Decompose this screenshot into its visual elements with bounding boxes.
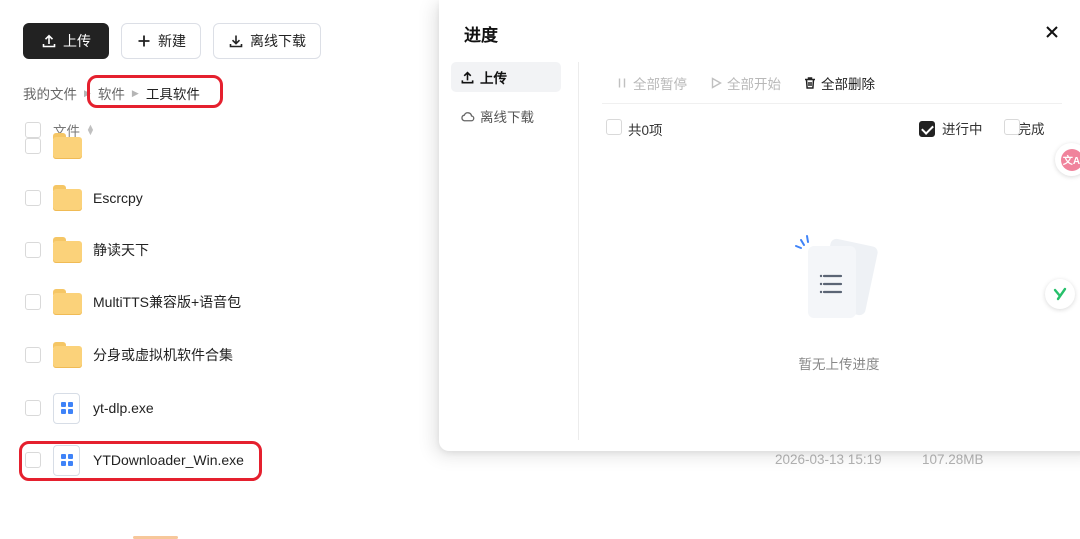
folder-icon xyxy=(53,342,82,368)
y-logo-icon xyxy=(1053,287,1067,301)
row-checkbox[interactable] xyxy=(25,190,41,206)
nav-item-upload[interactable]: 上传 xyxy=(451,62,561,92)
file-highlight-ring xyxy=(19,441,262,481)
offline-download-button[interactable]: 离线下载 xyxy=(213,23,321,59)
offline-download-button-label: 离线下载 xyxy=(250,33,306,49)
cloud-icon xyxy=(461,111,475,121)
upload-button-label: 上传 xyxy=(63,33,91,49)
breadcrumb-highlight-ring xyxy=(87,75,223,108)
in-progress-checkbox[interactable] xyxy=(919,121,935,137)
folder-icon xyxy=(53,237,82,263)
start-all-label: 全部开始 xyxy=(727,76,781,92)
row-checkbox[interactable] xyxy=(25,400,41,416)
upload-icon xyxy=(42,34,56,48)
task-count: 共0项 xyxy=(628,123,663,138)
file-name[interactable]: yt-dlp.exe xyxy=(93,400,154,416)
start-all-button[interactable]: 全部开始 xyxy=(709,73,781,93)
empty-document-icon xyxy=(795,235,878,318)
page-root: 上传 新建 离线下载 我的文件 ▶ 软件 ▶ 工具软件 文件 ▲ ▼ Escrc… xyxy=(0,0,1080,539)
panel-side-nav: 上传 离线下载 xyxy=(451,62,561,140)
breadcrumb-root[interactable]: 我的文件 xyxy=(23,83,77,103)
assistant-badge[interactable] xyxy=(1045,279,1075,309)
folder-icon xyxy=(53,289,82,315)
upload-icon xyxy=(461,71,474,83)
exe-file-icon xyxy=(53,392,80,424)
panel-divider xyxy=(578,62,579,440)
folder-icon xyxy=(53,133,82,159)
summary-row: 共0项 进行中 已完成 xyxy=(606,118,1076,138)
file-size: 107.28MB xyxy=(922,452,984,467)
row-checkbox[interactable] xyxy=(25,347,41,363)
list-item[interactable]: 静读天下 xyxy=(0,230,440,270)
list-item[interactable]: MultiTTS兼容版+语音包 xyxy=(0,282,440,322)
nav-item-offline-download[interactable]: 离线下载 xyxy=(451,101,561,131)
nav-item-label: 离线下载 xyxy=(480,110,534,125)
list-item[interactable]: 分身或虚拟机软件合集 xyxy=(0,335,440,375)
pause-all-label: 全部暂停 xyxy=(633,76,687,92)
done-checkbox[interactable] xyxy=(1004,119,1020,135)
delete-all-label: 全部删除 xyxy=(821,76,875,92)
folder-icon xyxy=(53,185,82,211)
pause-all-button[interactable]: 全部暂停 xyxy=(615,73,687,93)
file-name[interactable]: 静读天下 xyxy=(93,240,149,260)
list-item[interactable]: yt-dlp.exe xyxy=(0,388,440,428)
row-checkbox[interactable] xyxy=(25,294,41,310)
toolbar: 上传 新建 离线下载 xyxy=(23,23,321,59)
close-icon[interactable] xyxy=(1042,22,1062,42)
filter-done[interactable]: 已完成 xyxy=(1004,118,1045,138)
file-name[interactable]: 分身或虚拟机软件合集 xyxy=(93,345,233,365)
file-name[interactable]: MultiTTS兼容版+语音包 xyxy=(93,292,241,312)
translate-icon: 文A xyxy=(1060,148,1080,171)
action-bar: 全部暂停 全部开始 全部删除 xyxy=(602,62,1062,104)
plus-icon xyxy=(138,35,150,47)
translate-badge[interactable]: 文A xyxy=(1055,143,1080,176)
new-button-label: 新建 xyxy=(158,33,186,49)
row-checkbox[interactable] xyxy=(25,242,41,258)
trash-icon xyxy=(805,76,815,89)
panel-title: 进度 xyxy=(464,26,498,45)
select-all-tasks-checkbox[interactable] xyxy=(606,119,622,135)
upload-button[interactable]: 上传 xyxy=(23,23,109,59)
file-name[interactable]: Escrcpy xyxy=(93,190,143,206)
new-button[interactable]: 新建 xyxy=(121,23,201,59)
download-icon xyxy=(229,35,243,48)
empty-state-text: 暂无上传进度 xyxy=(798,357,880,372)
row-checkbox[interactable] xyxy=(25,138,41,154)
nav-item-label: 上传 xyxy=(480,71,507,86)
play-icon xyxy=(711,76,722,89)
progress-panel: 进度 上传 离线下载 全部暂停 全部开始 全部删除 共0项 进行中 已完成 暂无… xyxy=(439,0,1080,451)
filter-in-progress[interactable]: 进行中 xyxy=(919,118,983,138)
list-item[interactable]: Escrcpy xyxy=(0,178,440,218)
list-item[interactable] xyxy=(0,133,440,166)
delete-all-button[interactable]: 全部删除 xyxy=(803,73,875,93)
pause-icon xyxy=(618,78,626,87)
file-modified-date: 2026-03-13 15:19 xyxy=(775,452,882,467)
filter-in-progress-label: 进行中 xyxy=(942,122,983,137)
